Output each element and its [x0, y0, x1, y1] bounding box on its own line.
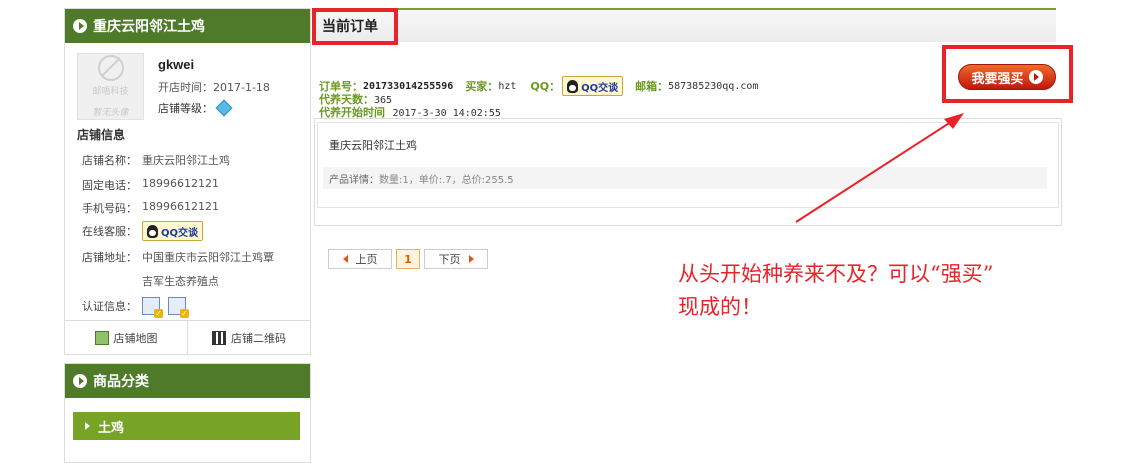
annotation-line-1: 从头开始种养来不及？可以“强买” — [678, 262, 994, 286]
annotation-text: 从头开始种养来不及？可以“强买” 现成的！ — [678, 258, 1098, 324]
annotation-arrow — [795, 113, 964, 223]
annotation-arrow-head — [944, 113, 964, 129]
annotation-line-2: 现成的！ — [678, 295, 762, 319]
annotation-arrow-line — [795, 119, 955, 223]
